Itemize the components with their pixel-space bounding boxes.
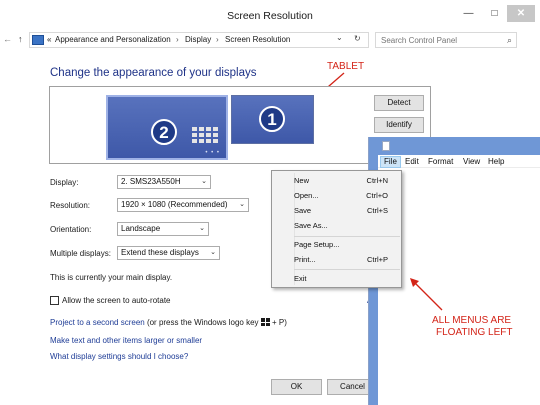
file-menu-dropdown: New Ctrl+N Open... Ctrl+O Save Ctrl+S Sa… — [271, 170, 402, 288]
multiple-displays-select[interactable]: Extend these displays ⌄ — [117, 246, 220, 260]
menu-edit[interactable]: Edit — [402, 156, 422, 168]
multiple-displays-value: Extend these displays — [121, 248, 199, 257]
text-size-link[interactable]: Make text and other items larger or smal… — [50, 336, 202, 345]
monitor-2[interactable]: 2 • • • — [106, 95, 228, 160]
screen: Screen Resolution — □ ✕ ← ↑ « Appearance… — [0, 0, 540, 405]
monitor-number-badge: 1 — [259, 106, 285, 132]
up-arrow-icon[interactable]: ↑ — [18, 34, 23, 44]
menu-item-print[interactable]: Print... Ctrl+P — [294, 253, 400, 267]
page-title: Change the appearance of your displays — [50, 67, 257, 79]
monitor-dots: • • • — [205, 150, 220, 156]
breadcrumb-separator: › — [216, 35, 219, 44]
breadcrumb-separator: › — [176, 35, 179, 44]
tablet-grid-icon — [192, 127, 220, 147]
ok-button[interactable]: OK — [271, 379, 322, 395]
annotation-menus-line2: FLOATING LEFT — [436, 327, 513, 338]
notepad-menu-bar: File Edit Format View Help — [378, 155, 540, 168]
monitor-number-badge: 2 — [151, 119, 177, 145]
monitor-1[interactable]: 1 — [231, 95, 314, 144]
auto-rotate-checkbox[interactable] — [50, 296, 59, 305]
main-display-text: This is currently your main display. — [50, 273, 173, 282]
menu-item-exit[interactable]: Exit — [294, 272, 400, 286]
project-hint: (or press the Windows logo key — [144, 318, 261, 327]
multiple-displays-label: Multiple displays: — [50, 249, 111, 258]
menu-item-label: Print... — [294, 255, 316, 264]
menu-view[interactable]: View — [460, 156, 483, 168]
menu-item-label: Page Setup... — [294, 240, 340, 249]
search-box: ⌕ — [375, 32, 517, 48]
menu-format[interactable]: Format — [425, 156, 456, 168]
chevron-down-icon: ⌄ — [201, 178, 207, 185]
chevron-down-icon: ⌄ — [210, 249, 216, 256]
minimize-button[interactable]: — — [456, 5, 481, 22]
breadcrumb-display[interactable]: Display — [185, 35, 211, 44]
maximize-button[interactable]: □ — [482, 5, 507, 22]
display-value: 2. SMS23A550H — [121, 177, 181, 186]
orientation-select[interactable]: Landscape ⌄ — [117, 222, 209, 236]
menu-file[interactable]: File — [380, 156, 401, 168]
menu-item-shortcut: Ctrl+S — [366, 206, 388, 215]
menu-item-label: Open... — [294, 191, 319, 200]
menu-item-label: Save — [294, 206, 312, 215]
breadcrumb-prefix[interactable]: « — [47, 35, 51, 44]
title-bar: Screen Resolution — □ ✕ — [0, 0, 540, 30]
breadcrumb-screen-resolution[interactable]: Screen Resolution — [225, 35, 290, 44]
notepad-icon — [382, 141, 390, 151]
resolution-select[interactable]: 1920 × 1080 (Recommended) ⌄ — [117, 198, 249, 212]
display-settings-help-link[interactable]: What display settings should I choose? — [50, 352, 188, 361]
display-label: Display: — [50, 178, 79, 187]
menu-item-label: Exit — [294, 274, 307, 283]
back-arrow-icon[interactable]: ← — [3, 34, 12, 44]
project-link-row: Project to a second screen (or press the… — [50, 318, 287, 327]
menu-item-page-setup[interactable]: Page Setup... — [294, 238, 400, 252]
menu-item-open[interactable]: Open... Ctrl+O — [294, 189, 400, 203]
search-input[interactable] — [376, 33, 494, 47]
project-second-screen-link[interactable]: Project to a second screen — [50, 318, 145, 327]
resolution-label: Resolution: — [50, 201, 91, 210]
resolution-value: 1920 × 1080 (Recommended) — [121, 200, 228, 209]
identify-button[interactable]: Identify — [374, 117, 424, 133]
chevron-down-icon: ⌄ — [239, 201, 245, 208]
breadcrumb-appearance[interactable]: Appearance and Personalization — [55, 35, 171, 44]
menu-item-shortcut: Ctrl+P — [366, 255, 388, 264]
notepad-title-bar[interactable] — [369, 137, 540, 155]
detect-button[interactable]: Detect — [374, 95, 424, 111]
close-button[interactable]: ✕ — [507, 5, 535, 22]
refresh-icon[interactable]: ↻ — [354, 34, 361, 43]
menu-separator — [294, 269, 400, 270]
windows-logo-icon — [260, 318, 270, 326]
breadcrumb[interactable]: « Appearance and Personalization › Displ… — [29, 32, 369, 48]
menu-item-shortcut: Ctrl+N — [366, 176, 388, 185]
control-panel-icon — [32, 35, 44, 45]
menu-help[interactable]: Help — [485, 156, 507, 168]
address-bar: ← ↑ « Appearance and Personalization › D… — [0, 31, 540, 49]
menu-item-save[interactable]: Save Ctrl+S — [294, 204, 400, 218]
project-hint-suffix: + P) — [269, 318, 287, 327]
auto-rotate-label[interactable]: Allow the screen to auto-rotate — [62, 296, 171, 305]
menu-item-new[interactable]: New Ctrl+N — [294, 174, 400, 188]
menu-item-label: Save As... — [294, 221, 328, 230]
menu-item-save-as[interactable]: Save As... — [294, 219, 400, 233]
menu-item-shortcut: Ctrl+O — [366, 191, 388, 200]
notepad-text-area[interactable] — [378, 169, 540, 405]
menu-separator — [294, 236, 400, 237]
menu-item-label: New — [294, 176, 310, 185]
orientation-value: Landscape — [121, 224, 161, 233]
display-select[interactable]: 2. SMS23A550H ⌄ — [117, 175, 211, 189]
orientation-label: Orientation: — [50, 225, 92, 234]
search-icon[interactable]: ⌕ — [507, 35, 512, 46]
annotation-menus-line1: ALL MENUS ARE — [432, 315, 512, 326]
history-dropdown-icon[interactable]: ⌄ — [336, 33, 343, 42]
chevron-down-icon: ⌄ — [199, 225, 205, 232]
annotation-arrow-icon — [410, 278, 443, 311]
